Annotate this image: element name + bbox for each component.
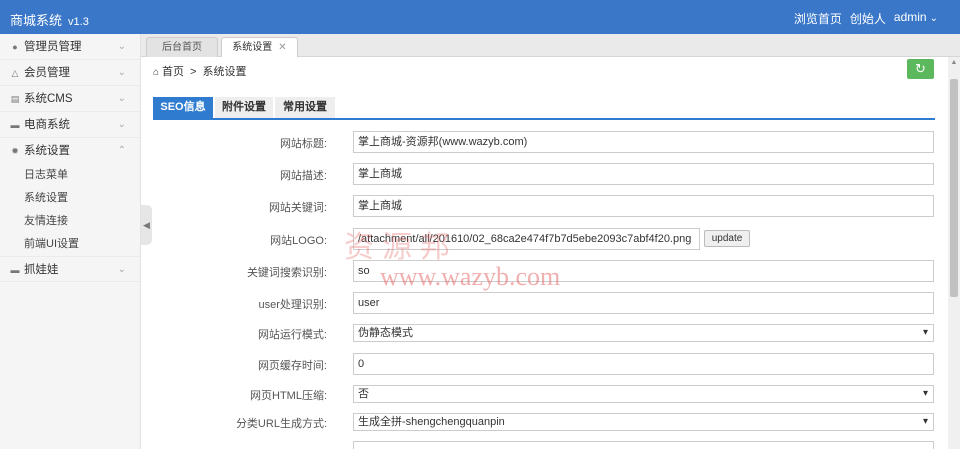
sidebar-item-label: 管理员管理 <box>24 41 82 53</box>
cache-time-label: 网页缓存时间: <box>257 360 327 372</box>
scrollbar-thumb[interactable] <box>950 79 958 297</box>
html-compress-label: 网页HTML压缩: <box>250 390 327 402</box>
site-desc-label: 网站描述: <box>279 170 327 182</box>
chevron-down-icon: ⌄ <box>117 119 126 130</box>
tab-label: 后台首页 <box>162 42 202 53</box>
refresh-button[interactable]: ↻ <box>907 59 934 79</box>
breadcrumb-separator: > <box>190 66 197 78</box>
list-icon: ▤ <box>10 94 20 104</box>
site-keywords-label: 网站关键词: <box>268 202 327 214</box>
chevron-down-icon: ⌄ <box>117 67 126 78</box>
sidebar-item-ecommerce[interactable]: ▬ 电商系统 ⌄ <box>0 112 140 138</box>
warning-icon: △ <box>11 68 19 78</box>
subtab-attachment[interactable]: 附件设置 <box>215 97 273 118</box>
sidebar-collapse-toggle[interactable]: ◀ <box>141 205 152 245</box>
sidebar-item-claw-machine[interactable]: ▬ 抓娃娃 ⌄ <box>0 256 140 282</box>
home-icon: ⌂ <box>153 67 160 78</box>
breadcrumb-home[interactable]: 首页 <box>162 66 184 78</box>
chevron-down-icon: ⌄ <box>117 93 126 104</box>
row-site-keywords: 网站关键词: 掌上商城 <box>153 195 935 217</box>
sidebar-item-admin[interactable]: ● 管理员管理 ⌄ <box>0 34 140 60</box>
user-handle-input[interactable]: user <box>353 292 934 314</box>
sidebar-item-settings[interactable]: ✹ 系统设置 ⌃ <box>0 138 140 164</box>
browse-home-link[interactable]: 浏览首页 <box>794 10 842 27</box>
sidebar-subitem-log-menu[interactable]: 日志菜单 <box>0 164 140 187</box>
logo-update-button[interactable]: update <box>704 230 750 247</box>
chevron-down-icon: ⌄ <box>929 13 938 24</box>
caret-left-icon: ◀ <box>143 220 150 230</box>
site-title-label: 网站标题: <box>279 138 327 150</box>
site-desc-input[interactable]: 掌上商城 <box>353 163 934 185</box>
row-cut-off <box>153 441 935 449</box>
sidebar-item-label: 抓娃娃 <box>24 264 59 276</box>
row-run-mode: 网站运行模式: 伪静态模式 <box>153 324 935 342</box>
row-url-mode: 分类URL生成方式: 生成全拼-shengchengquanpin <box>153 413 935 431</box>
row-site-logo: 网站LOGO: /attachment/all/201610/02_68ca2e… <box>153 228 935 250</box>
sidebar-item-label: 电商系统 <box>24 119 70 131</box>
site-logo-label: 网站LOGO: <box>270 235 327 247</box>
sidebar-subitem-frontend-ui[interactable]: 前端UI设置 <box>0 233 140 256</box>
breadcrumb-current: 系统设置 <box>202 66 247 78</box>
sidebar-subitem-system-settings[interactable]: 系统设置 <box>0 187 140 210</box>
subtab-seo[interactable]: SEO信息 <box>153 97 213 118</box>
keyword-search-label: 关键词搜索识别: <box>246 267 327 279</box>
refresh-icon: ↻ <box>915 61 926 76</box>
settings-subtabs: SEO信息 附件设置 常用设置 <box>153 97 935 120</box>
run-mode-label: 网站运行模式: <box>257 329 327 341</box>
card-icon: ▬ <box>10 265 20 275</box>
user-icon: ● <box>12 42 18 52</box>
row-html-compress: 网页HTML压缩: 否 <box>153 385 935 403</box>
html-compress-select[interactable]: 否 <box>353 385 934 403</box>
sidebar-item-label: 系统CMS <box>24 93 73 105</box>
url-mode-value: 生成全拼-shengchengquanpin <box>358 416 505 428</box>
site-title-input[interactable]: 掌上商城-资源邦(www.wazyb.com) <box>353 131 934 153</box>
run-mode-value: 伪静态模式 <box>358 327 413 339</box>
cache-time-input[interactable]: 0 <box>353 353 934 375</box>
chevron-down-icon: ⌄ <box>117 264 126 275</box>
chevron-up-icon: ⌃ <box>117 145 126 156</box>
card-icon: ▬ <box>10 120 20 130</box>
run-mode-select[interactable]: 伪静态模式 <box>353 324 934 342</box>
site-keywords-input[interactable]: 掌上商城 <box>353 195 934 217</box>
sidebar-item-cms[interactable]: ▤ 系统CMS ⌄ <box>0 86 140 112</box>
tab-dashboard[interactable]: 后台首页 <box>146 37 218 57</box>
scroll-up-icon[interactable]: ▲ <box>948 57 960 69</box>
tab-label: 系统设置 <box>232 42 273 53</box>
row-site-desc: 网站描述: 掌上商城 <box>153 163 935 185</box>
cut-off-input[interactable] <box>353 441 934 449</box>
sidebar-subitem-friend-links[interactable]: 友情连接 <box>0 210 140 233</box>
html-compress-value: 否 <box>358 388 369 400</box>
row-site-title: 网站标题: 掌上商城-资源邦(www.wazyb.com) <box>153 131 935 153</box>
sidebar: ● 管理员管理 ⌄ △ 会员管理 ⌄ ▤ 系统CMS ⌄ ▬ 电商系统 ⌄ ✹ 系统设置 ⌃ 日志菜… <box>0 34 141 449</box>
url-mode-label: 分类URL生成方式: <box>235 418 327 430</box>
top-bar: 商城系统 v1.3 浏览首页 创始人 admin ⌄ <box>0 0 960 34</box>
row-user-handle: user处理识别: user <box>153 292 935 314</box>
user-menu[interactable]: admin ⌄ <box>894 10 938 27</box>
user-handle-label: user处理识别: <box>258 299 327 311</box>
keyword-search-input[interactable]: so <box>353 260 934 282</box>
username: admin <box>893 10 927 24</box>
top-nav: 浏览首页 创始人 admin ⌄ <box>794 10 938 27</box>
brand[interactable]: 商城系统 v1.3 <box>10 10 89 29</box>
row-keyword-search: 关键词搜索识别: so <box>153 260 935 282</box>
tab-system-settings[interactable]: 系统设置 ✕ <box>221 37 298 57</box>
founder-label: 创始人 <box>849 12 886 26</box>
gear-icon: ✹ <box>11 146 19 156</box>
breadcrumb: ⌂ 首页 > 系统设置 <box>153 63 246 79</box>
chevron-down-icon: ⌄ <box>117 41 126 52</box>
app-title: 商城系统 <box>10 13 63 28</box>
vertical-scrollbar[interactable]: ▲ <box>948 57 960 449</box>
app-version: v1.3 <box>68 16 89 28</box>
subtab-common[interactable]: 常用设置 <box>275 97 335 118</box>
sidebar-item-label: 会员管理 <box>24 67 70 79</box>
close-icon[interactable]: ✕ <box>278 42 286 53</box>
site-logo-input[interactable]: /attachment/all/201610/02_68ca2e474f7b7d… <box>353 228 700 250</box>
page-tabs: 后台首页 系统设置 ✕ <box>141 34 960 57</box>
row-cache-time: 网页缓存时间: 0 <box>153 353 935 375</box>
sidebar-item-members[interactable]: △ 会员管理 ⌄ <box>0 60 140 86</box>
url-mode-select[interactable]: 生成全拼-shengchengquanpin <box>353 413 934 431</box>
sidebar-item-label: 系统设置 <box>24 145 70 157</box>
